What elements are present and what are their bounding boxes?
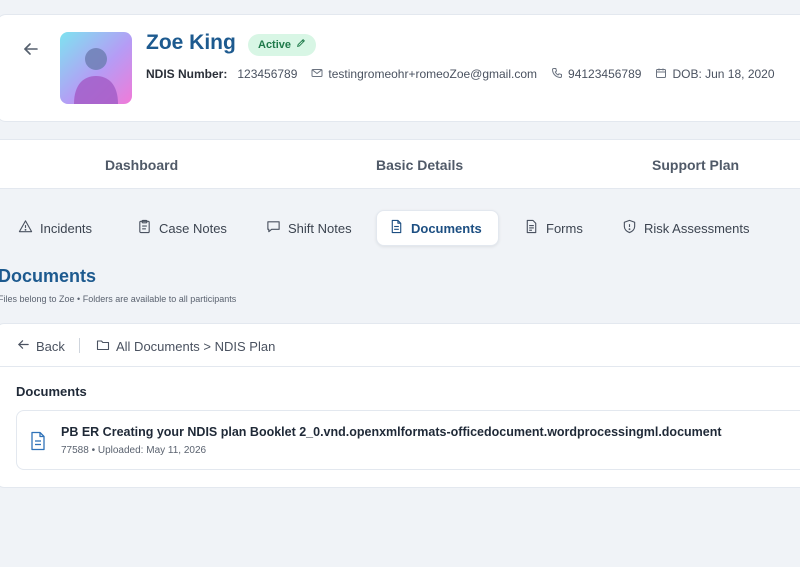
form-icon bbox=[524, 219, 539, 237]
back-label: Back bbox=[36, 338, 65, 354]
participant-name: Zoe King bbox=[146, 31, 236, 54]
email-value: testingromeohr+romeoZoe@gmail.com bbox=[328, 67, 538, 81]
warning-icon bbox=[18, 219, 33, 237]
subtab-documents[interactable]: Documents bbox=[376, 210, 499, 246]
documents-heading: Documents bbox=[16, 384, 87, 399]
tab-support-plan[interactable]: Support Plan bbox=[652, 157, 739, 173]
subtab-label: Incidents bbox=[40, 220, 93, 236]
documents-panel: Back All Documents > NDIS Plan Documents… bbox=[0, 323, 800, 488]
section-subtitle: Files belong to Zoe • Folders are availa… bbox=[0, 294, 237, 304]
arrow-left-icon bbox=[17, 338, 30, 354]
subtab-incidents[interactable]: Incidents bbox=[6, 210, 104, 246]
toolbar-divider bbox=[79, 338, 80, 353]
participant-info-row: NDIS Number: 123456789 testingromeohr+ro… bbox=[146, 66, 775, 82]
status-badge[interactable]: Active bbox=[248, 34, 317, 56]
subtab-label: Case Notes bbox=[159, 220, 227, 236]
document-meta: 77588 • Uploaded: May 11, 2026 bbox=[61, 445, 207, 456]
panel-toolbar: Back All Documents > NDIS Plan bbox=[0, 324, 800, 367]
back-button[interactable]: Back bbox=[17, 338, 65, 354]
clipboard-icon bbox=[137, 219, 152, 237]
ndis-number: NDIS Number: 123456789 bbox=[146, 67, 297, 81]
document-file-icon bbox=[29, 431, 47, 451]
phone-value: 94123456789 bbox=[568, 67, 642, 81]
subtab-risk-assessments[interactable]: Risk Assessments bbox=[610, 210, 761, 246]
main-tab-bar: Dashboard Basic Details Support Plan bbox=[0, 139, 800, 189]
email: testingromeohr+romeoZoe@gmail.com bbox=[311, 67, 537, 82]
document-row[interactable]: PB ER Creating your NDIS plan Booklet 2_… bbox=[16, 410, 800, 470]
subtab-label: Forms bbox=[546, 220, 583, 236]
folder-icon bbox=[96, 338, 110, 355]
subtab-shift-notes[interactable]: Shift Notes bbox=[254, 210, 364, 246]
back-arrow-icon[interactable] bbox=[22, 40, 40, 58]
file-icon bbox=[389, 219, 404, 237]
phone: 94123456789 bbox=[551, 67, 641, 82]
phone-icon bbox=[551, 67, 563, 82]
breadcrumb[interactable]: All Documents > NDIS Plan bbox=[96, 338, 275, 355]
section-title: Documents bbox=[0, 266, 97, 286]
document-name: PB ER Creating your NDIS plan Booklet 2_… bbox=[61, 425, 722, 439]
status-label: Active bbox=[258, 39, 292, 51]
subtab-label: Risk Assessments bbox=[644, 220, 750, 236]
ndis-value: 123456789 bbox=[237, 67, 298, 81]
subtab-case-notes[interactable]: Case Notes bbox=[125, 210, 239, 246]
shield-icon bbox=[622, 219, 637, 237]
subtab-label: Documents bbox=[411, 220, 482, 236]
calendar-icon bbox=[655, 67, 667, 82]
subtab-label: Shift Notes bbox=[288, 220, 352, 236]
ndis-label: NDIS Number: bbox=[146, 67, 228, 81]
tab-basic-details[interactable]: Basic Details bbox=[376, 157, 463, 173]
avatar bbox=[60, 32, 132, 104]
subtab-forms[interactable]: Forms bbox=[512, 210, 595, 246]
pencil-icon[interactable] bbox=[296, 34, 306, 56]
mail-icon bbox=[311, 67, 323, 82]
dob: DOB: Jun 18, 2020 bbox=[655, 67, 775, 82]
message-icon bbox=[266, 219, 281, 237]
breadcrumb-path: All Documents > NDIS Plan bbox=[116, 339, 276, 354]
tab-dashboard[interactable]: Dashboard bbox=[105, 157, 178, 173]
dob-value: DOB: Jun 18, 2020 bbox=[672, 67, 775, 81]
